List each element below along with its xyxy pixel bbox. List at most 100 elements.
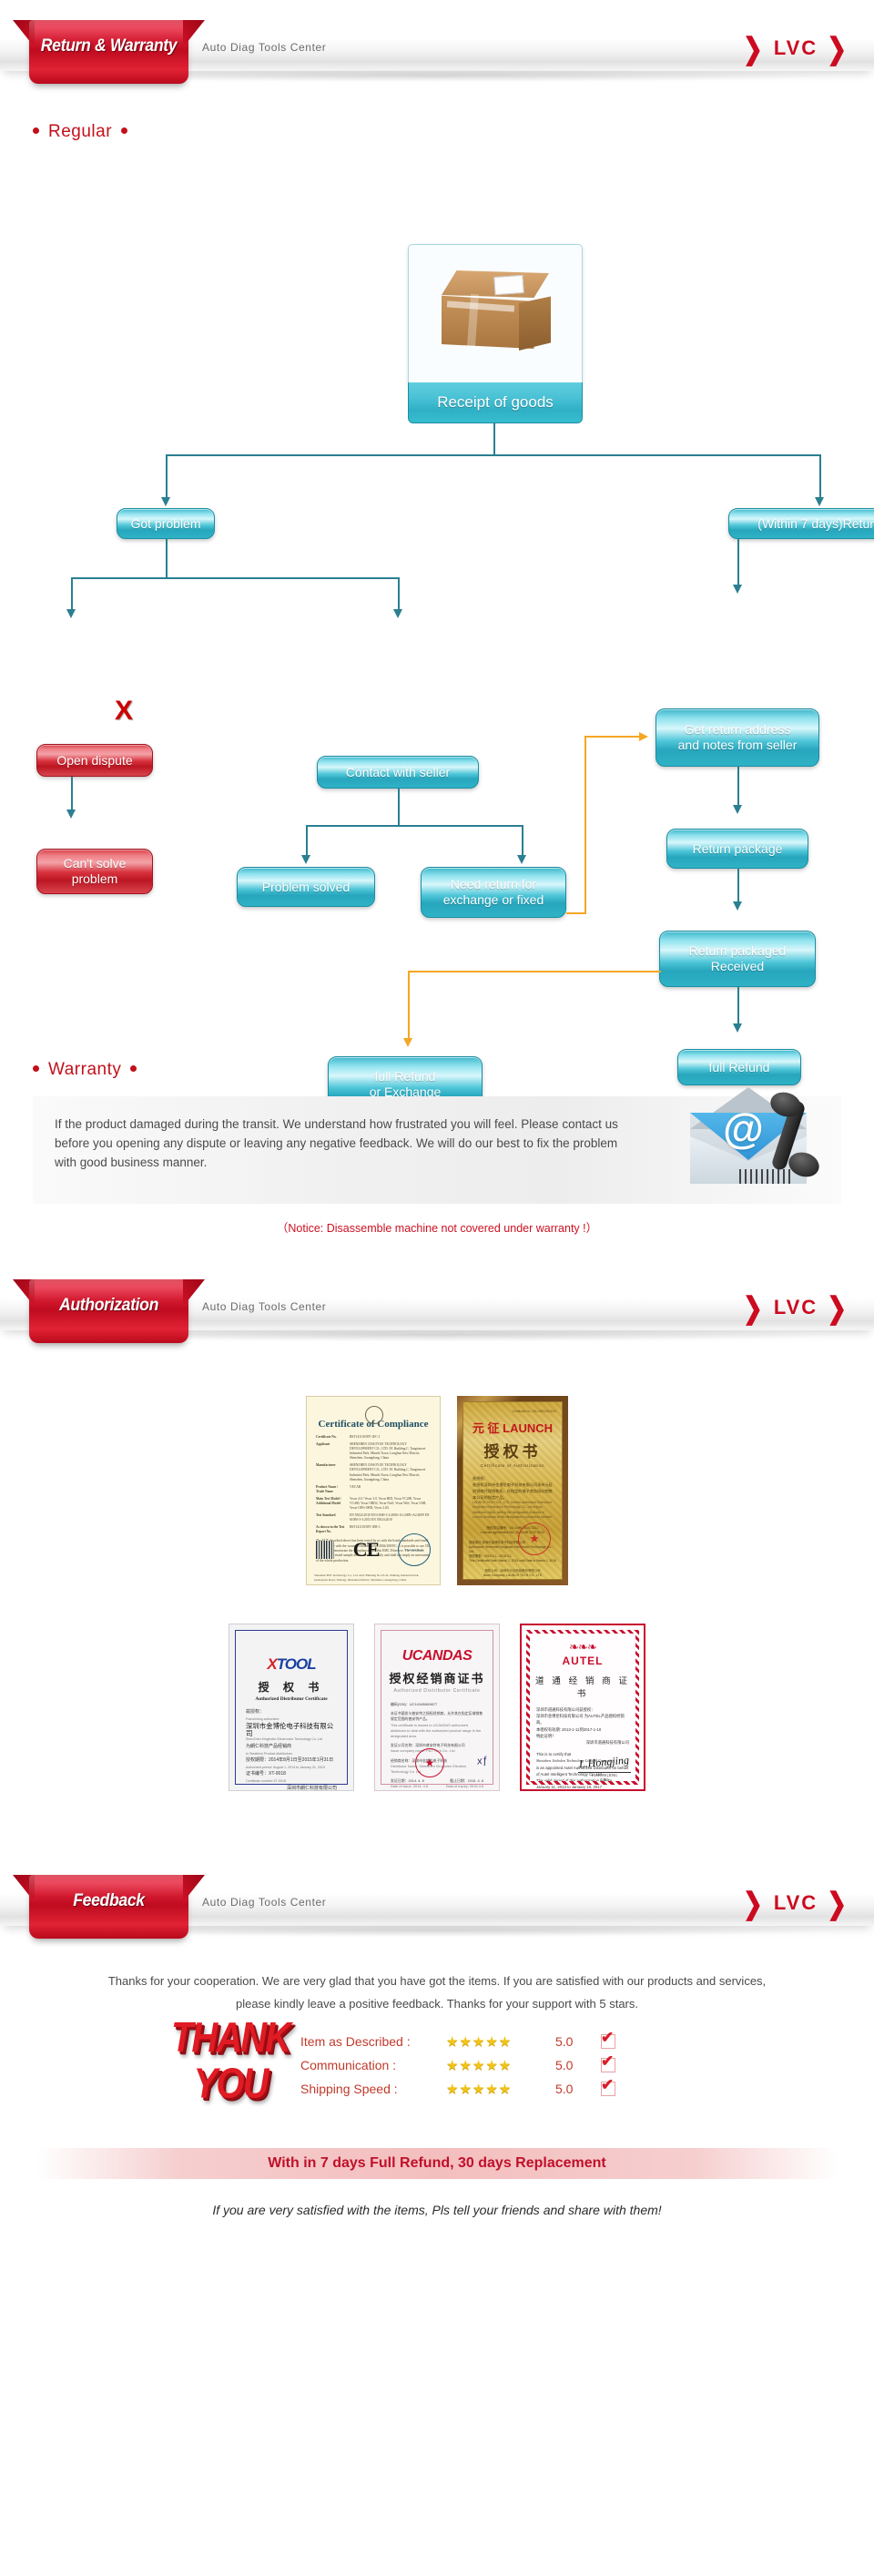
ribbon-authorization: Authorization	[29, 1279, 188, 1343]
section-header-authorization: Authorization Auto Diag Tools Center ❯ L…	[0, 1259, 874, 1359]
rating-checkbox-icon	[601, 2029, 615, 2049]
section-header-feedback: Feedback Auto Diag Tools Center ❯ LVC ❯	[0, 1855, 874, 1955]
flow-line	[306, 825, 308, 855]
ce-row-label: Product Name / Trade Name	[316, 1484, 339, 1493]
warranty-body-text: If the product damaged during the transi…	[55, 1117, 618, 1169]
launch-red-seal-icon: ★	[518, 1522, 551, 1555]
thank-you-graphic: THANK YOU	[171, 2014, 291, 2131]
flow-line-orange	[584, 736, 586, 914]
flow-line-orange	[408, 971, 410, 1040]
rating-stars-icon: ★★★★★	[446, 2034, 513, 2050]
chevron-right-icon: ❯	[827, 1886, 849, 1920]
chevron-right-icon: ❯	[743, 31, 765, 66]
flow-line-orange	[566, 912, 586, 914]
flow-line	[71, 577, 399, 579]
flow-arrow-icon	[301, 855, 310, 864]
node-cant-solve-problem: Can't solve problem	[36, 849, 153, 894]
certificate-row-top: Certificate of Compliance Certificate No…	[0, 1396, 874, 1585]
ce-row-label: Main Test Model / Additional Model	[316, 1496, 341, 1505]
node-problem-solved: Problem solved	[237, 867, 375, 907]
autel-signer: LI HONGJING CEO	[584, 1773, 625, 1782]
rating-label: Communication :	[300, 2058, 397, 2072]
launch-brand: 元 征 LAUNCH	[469, 1419, 556, 1436]
rating-checkbox-icon	[601, 2076, 615, 2096]
x-mark-icon: X	[115, 696, 134, 726]
flow-line	[398, 577, 400, 609]
launch-brand-cn: 元 征	[472, 1421, 500, 1435]
brand-logo-text: LVC	[773, 1296, 818, 1319]
node-receipt-of-goods: Receipt of goods	[408, 382, 583, 423]
ce-row-value: EN 55022:2010 EN 61000-3-2:2006+A1:2009+…	[350, 1512, 430, 1522]
flow-line	[306, 825, 523, 827]
ce-stamp-icon: Christina Dean	[397, 1533, 431, 1566]
launch-period-en: This Certificate Date: March 1, 2015 unt…	[469, 1559, 556, 1563]
flow-line	[819, 454, 821, 497]
ce-row: Test Standard EN 55022:2010 EN 61000-3-2:…	[316, 1513, 431, 1522]
node-full-refund: full Refund	[677, 1049, 801, 1085]
brand-logo-feedback: ❯ LVC ❯	[743, 1889, 849, 1919]
ribbon-label-feedback: Feedback	[73, 1891, 145, 1910]
return-warranty-page: Return & Warranty Auto Diag Tools Center…	[0, 0, 874, 2254]
ce-row-value: SHENZHEN CHAOYUE TECHNOLOGY DEVELOPMENT …	[350, 1463, 426, 1481]
regular-title-text: Regular	[48, 122, 113, 141]
flow-arrow-icon	[161, 497, 170, 506]
certificate-ucandas-distributor[interactable]: UCANDAS 授权经销商证书 Authorized Distributor C…	[374, 1624, 500, 1791]
ce-row: Certificate No. BST14111058Y-1EC-1	[316, 1435, 431, 1440]
ce-row: Product Name / Trade Name VECAR	[316, 1485, 431, 1494]
flow-line	[737, 987, 739, 1023]
launch-title-en: Certificate of Authorization	[480, 1463, 545, 1468]
parcel-photo	[408, 244, 583, 384]
flow-line	[166, 454, 168, 497]
launch-lead-cn: 兹授权：	[473, 1476, 488, 1481]
certificate-ce-compliance[interactable]: Certificate of Compliance Certificate No…	[306, 1396, 441, 1585]
ce-row-value: BST14111058Y-1EC-1	[350, 1435, 381, 1439]
rating-value: 5.0	[555, 2058, 574, 2072]
section-header-returns: Return & Warranty Auto Diag Tools Center…	[0, 0, 874, 100]
ce-row-label: Certificate No.	[316, 1435, 337, 1439]
certificate-autel-distributor[interactable]: ❧❧❧ AUTEL 道 通 经 销 商 证 书 深圳市道通科技有限公司兹授权： …	[520, 1624, 645, 1791]
flow-arrow-icon	[733, 901, 742, 911]
flow-line	[166, 539, 168, 578]
flow-line	[71, 577, 73, 609]
certificate-launch-authorization[interactable]: Certificate No. 15LLHB31010212 元 征 LAUNC…	[457, 1396, 568, 1585]
brand-logo-text: LVC	[773, 1891, 818, 1914]
flow-line-orange	[408, 971, 661, 972]
brand-logo-text: LVC	[773, 36, 818, 59]
node-return-package: Return package	[666, 829, 808, 869]
certificate-xtool-distributor[interactable]: XTOOL 授 权 书 Authorized Distributor Certi…	[229, 1624, 354, 1791]
ce-row-label: Test Standard	[316, 1512, 336, 1517]
flow-arrow-icon	[517, 855, 526, 864]
ce-row-label: Applicant	[316, 1441, 330, 1446]
ucandas-signature-icon: xƒ	[476, 1755, 489, 1767]
ce-row: Manufacturer SHENZHEN CHAOYUE TECHNOLOGY …	[316, 1463, 431, 1482]
chevron-right-icon: ❯	[743, 1290, 765, 1325]
ce-row-value: Vecar 4.0 / Vecar 3.0, Vecar HID, Vecar …	[350, 1496, 427, 1511]
ratings-table: Item as Described : ★★★★★ 5.0 Communicat…	[300, 2029, 615, 2101]
qr-code-icon	[316, 1541, 335, 1559]
rating-stars-icon: ★★★★★	[446, 2082, 513, 2097]
flow-arrow-icon	[733, 805, 742, 814]
email-phone-icon: @	[681, 1082, 836, 1200]
flow-arrow-icon	[66, 809, 76, 819]
warranty-box: If the product damaged during the transi…	[33, 1087, 841, 1204]
ce-row: Applicant SHENZHEN CHAOYUE TECHNOLOGY DEV…	[316, 1442, 431, 1461]
thank-you-line-2: YOU	[193, 2061, 269, 2107]
flow-line	[493, 423, 495, 455]
rating-value: 5.0	[555, 2082, 574, 2096]
bullet-dot-icon	[121, 127, 128, 134]
rating-row: Communication : ★★★★★ 5.0	[300, 2052, 615, 2077]
bullet-dot-icon	[33, 1064, 39, 1072]
rating-row: Item as Described : ★★★★★ 5.0	[300, 2029, 615, 2053]
rating-label: Item as Described :	[300, 2034, 411, 2049]
node-need-return: Need return for exchange or fixed	[421, 867, 566, 918]
flow-line	[71, 777, 73, 809]
ucandas-expiry-en: Data of expiry: 2015.4.8	[445, 1784, 483, 1789]
certificate-row-bottom: XTOOL 授 权 书 Authorized Distributor Certi…	[0, 1624, 874, 1791]
bullet-dot-icon	[33, 127, 39, 134]
thank-you-line-1: THANK	[171, 2014, 291, 2062]
rating-stars-icon: ★★★★★	[446, 2058, 513, 2073]
flow-line	[522, 825, 523, 855]
warranty-notice: （Notice: Disassemble machine not covered…	[276, 1222, 598, 1235]
flow-line	[166, 454, 821, 456]
bullet-dot-icon	[130, 1064, 137, 1072]
